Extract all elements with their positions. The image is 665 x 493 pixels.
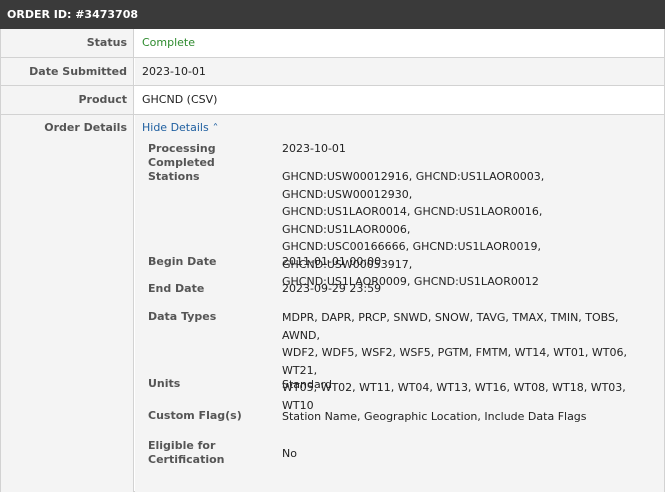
- order-id-title: ORDER ID: #3473708: [7, 8, 139, 21]
- processing-completed-label: Processing Completed: [148, 142, 216, 169]
- data-types-value: MDPR, DAPR, PRCP, SNWD, SNOW, TAVG, TMAX…: [282, 309, 652, 414]
- begin-date-value: 2011-01-01 00:00: [282, 255, 382, 268]
- units-label: Units: [148, 377, 181, 390]
- units-value: Standard: [282, 378, 333, 391]
- status-badge: Complete: [142, 36, 196, 49]
- begin-date-label: Begin Date: [148, 255, 217, 268]
- status-value: Complete: [135, 29, 664, 57]
- data-types-line: MDPR, DAPR, PRCP, SNWD, SNOW, TAVG, TMAX…: [282, 311, 619, 342]
- product-label: Product: [1, 86, 134, 114]
- data-types-line: WDF2, WDF5, WSF2, WSF5, PGTM, FMTM, WT14…: [282, 346, 627, 377]
- order-details-panel: Hide Details ˄ Processing Completed 2023-…: [135, 115, 664, 492]
- end-date-label: End Date: [148, 282, 205, 295]
- eligible-label: Eligible for Certification: [148, 439, 276, 467]
- eligible-label-line: Eligible for: [148, 439, 216, 452]
- eligible-value: No: [282, 447, 297, 460]
- hide-details-toggle[interactable]: Hide Details ˄: [142, 121, 218, 134]
- date-submitted-value: 2023-10-01: [135, 58, 664, 85]
- date-submitted-label: Date Submitted: [1, 58, 134, 85]
- stations-value: GHCND:USW00012916, GHCND:US1LAOR0003, GH…: [282, 168, 652, 291]
- eligible-label-line: Certification: [148, 453, 225, 466]
- custom-flags-value: Station Name, Geographic Location, Inclu…: [282, 410, 587, 423]
- order-details-label: Order Details: [1, 115, 134, 492]
- status-row: Status Complete: [1, 29, 664, 58]
- product-row: Product GHCND (CSV): [1, 86, 664, 115]
- data-types-label: Data Types: [148, 310, 217, 323]
- hide-details-label: Hide Details: [142, 121, 209, 134]
- station-line: GHCND:USW00012916, GHCND:US1LAOR0003, GH…: [282, 170, 545, 201]
- stations-label: Stations: [148, 170, 200, 183]
- status-label: Status: [1, 29, 134, 57]
- station-line: GHCND:US1LAOR0014, GHCND:US1LAOR0016, GH…: [282, 205, 543, 236]
- order-details-row: Order Details Hide Details ˄ Processing C…: [1, 115, 664, 492]
- order-table: Status Complete Date Submitted 2023-10-0…: [0, 29, 665, 492]
- order-header: ORDER ID: #3473708: [0, 0, 665, 29]
- product-value: GHCND (CSV): [135, 86, 664, 114]
- processing-completed-value: 2023-10-01: [282, 142, 346, 155]
- chevron-up-icon: ˄: [212, 123, 219, 134]
- custom-flags-label: Custom Flag(s): [148, 409, 242, 422]
- date-submitted-row: Date Submitted 2023-10-01: [1, 58, 664, 86]
- end-date-value: 2023-09-29 23:59: [282, 282, 382, 295]
